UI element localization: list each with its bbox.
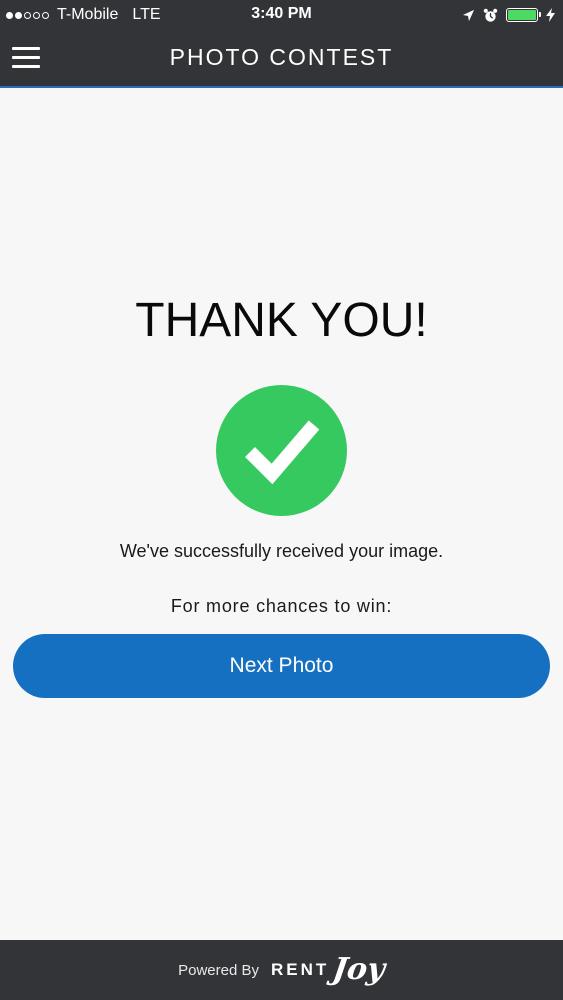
battery-cap bbox=[539, 12, 541, 17]
battery-outline bbox=[506, 8, 541, 22]
success-message: We've successfully received your image. bbox=[119, 541, 444, 561]
charging-bolt-icon bbox=[546, 8, 555, 22]
status-bar: T-Mobile LTE 3:40 PM bbox=[0, 0, 563, 30]
footer-branding: Powered By RENT Joy bbox=[0, 950, 563, 990]
battery-icon bbox=[506, 8, 541, 22]
powered-by-label: Powered By bbox=[178, 961, 259, 979]
footer: Powered By RENT Joy bbox=[0, 940, 563, 1000]
alarm-clock-icon bbox=[483, 8, 498, 23]
brand-logo-joy: Joy bbox=[330, 951, 388, 987]
page-title: PHOTO CONTEST bbox=[169, 44, 394, 70]
more-chances-prompt: For more chances to win: bbox=[170, 596, 393, 616]
battery-fill bbox=[508, 10, 536, 20]
nav-bar: PHOTO CONTEST bbox=[0, 30, 563, 88]
thank-you-heading: THANK YOU! bbox=[135, 294, 428, 347]
next-photo-button[interactable]: Next Photo bbox=[13, 634, 550, 698]
status-right bbox=[454, 5, 555, 25]
location-arrow-icon bbox=[462, 9, 475, 22]
main-content: THANK YOU! We've successfully received y… bbox=[0, 88, 563, 940]
brand-logo-rent: RENT bbox=[270, 960, 330, 979]
checkmark-circle-icon bbox=[216, 385, 347, 516]
